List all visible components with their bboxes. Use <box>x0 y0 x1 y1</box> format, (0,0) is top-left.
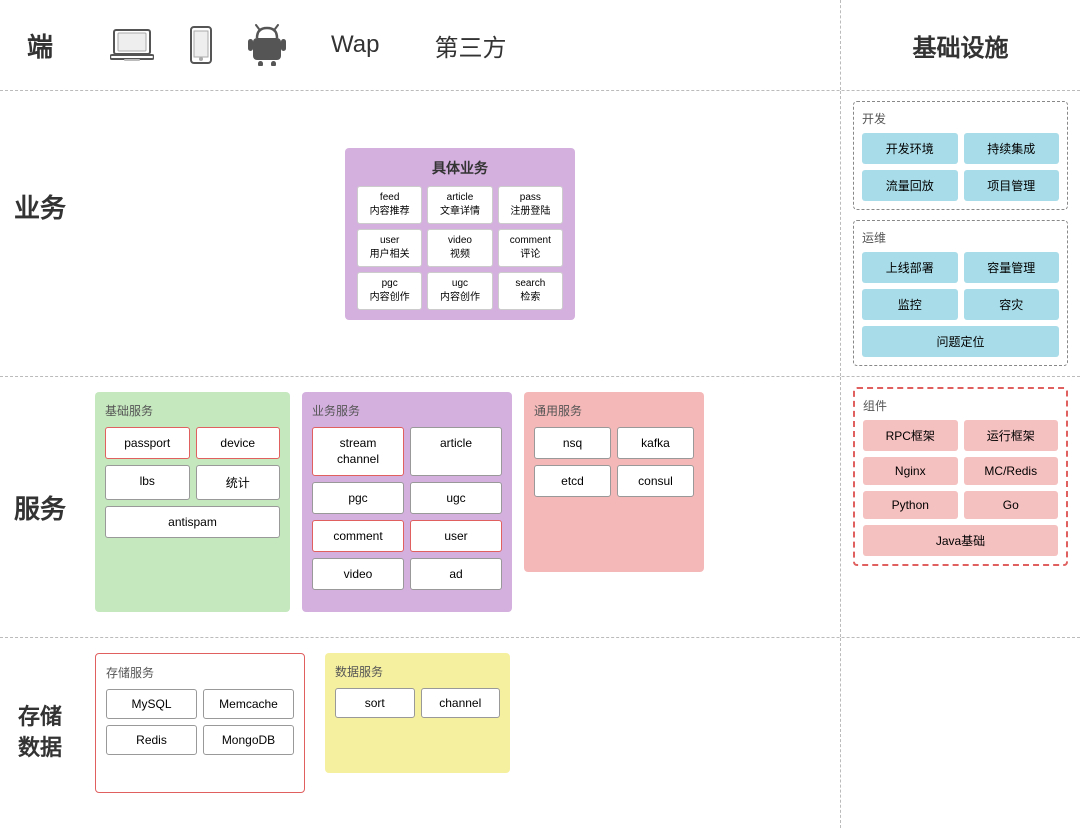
data-channel: channel <box>421 688 501 718</box>
btn-traffic: 流量回放 <box>862 170 958 201</box>
btn-projmgmt: 项目管理 <box>964 170 1060 201</box>
svc-etcd: etcd <box>534 465 611 497</box>
storage-content: 存储服务 MySQL Memcache Redis MongoDB 数据服务 s… <box>80 638 840 828</box>
infra-comp-section: 组件 RPC框架 运行框架 Nginx MC/Redis Python Go J… <box>840 377 1080 637</box>
btn-runtime: 运行框架 <box>964 420 1059 451</box>
biz-comment: comment评论 <box>498 229 563 267</box>
specific-business-box: 具体业务 feed内容推荐 article文章详情 pass注册登陆 user用… <box>345 148 575 320</box>
svc-pgc: pgc <box>312 482 404 514</box>
biz-service-title: 业务服务 <box>312 402 502 419</box>
btn-deploy: 上线部署 <box>862 252 958 283</box>
svc-nsq: nsq <box>534 427 611 459</box>
btn-capacity: 容量管理 <box>964 252 1060 283</box>
svc-ad: ad <box>410 558 502 590</box>
ops-grid: 上线部署 容量管理 监控 容灾 问题定位 <box>862 252 1059 357</box>
comp-label: 组件 <box>863 397 1058 414</box>
btn-dr: 容灾 <box>964 289 1060 320</box>
main-layout: 端 <box>0 0 1080 828</box>
data-sort: sort <box>335 688 415 718</box>
phone-icon <box>189 26 213 64</box>
label-fuwu: 服务 <box>0 377 80 637</box>
ops-group-box: 运维 上线部署 容量管理 监控 容灾 问题定位 <box>853 220 1068 366</box>
data-title: 数据服务 <box>335 663 500 680</box>
comp-grid: RPC框架 运行框架 Nginx MC/Redis Python Go Java… <box>863 420 1058 556</box>
dev-group-box: 开发 开发环境 持续集成 流量回放 项目管理 <box>853 101 1068 210</box>
label-dan: 端 <box>0 0 80 90</box>
common-service-grid: nsq kafka etcd consul <box>534 427 694 497</box>
infra-dev-section: 开发 开发环境 持续集成 流量回放 项目管理 运维 上线部署 容量管理 监控 容… <box>840 91 1080 376</box>
storage-box: 存储服务 MySQL Memcache Redis MongoDB <box>95 653 305 793</box>
service-section: 服务 基础服务 passport device lbs 统计 antispam <box>0 377 1080 638</box>
biz-user: user用户相关 <box>357 229 422 267</box>
btn-ci: 持续集成 <box>964 133 1060 164</box>
svc-article: article <box>410 427 502 476</box>
common-service-title: 通用服务 <box>534 402 694 419</box>
base-service-title: 基础服务 <box>105 402 280 419</box>
biz-pass: pass注册登陆 <box>498 186 563 224</box>
laptop-icon <box>110 28 154 62</box>
btn-java: Java基础 <box>863 525 1058 556</box>
thirdparty-label: 第三方 <box>434 28 506 63</box>
biz-article: article文章详情 <box>427 186 492 224</box>
svc-kafka: kafka <box>617 427 694 459</box>
btn-troubleshoot: 问题定位 <box>862 326 1059 357</box>
btn-rpc: RPC框架 <box>863 420 958 451</box>
btn-python: Python <box>863 491 958 519</box>
business-content: 具体业务 feed内容推荐 article文章详情 pass注册登陆 user用… <box>80 91 840 376</box>
biz-video: video视频 <box>427 229 492 267</box>
infra-title-area: 基础设施 <box>840 0 1080 90</box>
btn-go: Go <box>964 491 1059 519</box>
infra-bottom <box>840 638 1080 828</box>
data-grid: sort channel <box>335 688 500 718</box>
svc-stats: 统计 <box>196 465 281 500</box>
svc-ugc: ugc <box>410 482 502 514</box>
store-mongodb: MongoDB <box>203 725 294 755</box>
store-mysql: MySQL <box>106 689 197 719</box>
svc-antispam: antispam <box>105 506 280 538</box>
svc-passport: passport <box>105 427 190 459</box>
business-section: 业务 具体业务 feed内容推荐 article文章详情 pass注册登陆 us… <box>0 91 1080 377</box>
ops-label: 运维 <box>862 229 1059 246</box>
comp-group-box: 组件 RPC框架 运行框架 Nginx MC/Redis Python Go J… <box>853 387 1068 566</box>
storage-section: 存储数据 存储服务 MySQL Memcache Redis MongoDB 数… <box>0 638 1080 828</box>
store-title: 存储服务 <box>106 664 294 681</box>
common-service-box: 通用服务 nsq kafka etcd consul <box>524 392 704 572</box>
base-service-box: 基础服务 passport device lbs 统计 antispam <box>95 392 290 612</box>
svc-comment: comment <box>312 520 404 552</box>
svc-device: device <box>196 427 281 459</box>
label-yewu: 业务 <box>0 91 80 321</box>
biz-ugc: ugc内容创作 <box>427 272 492 310</box>
store-grid: MySQL Memcache Redis MongoDB <box>106 689 294 755</box>
btn-nginx: Nginx <box>863 457 958 485</box>
biz-service-box: 业务服务 streamchannel article pgc ugc comme… <box>302 392 512 612</box>
specific-biz-title: 具体业务 <box>357 158 563 178</box>
biz-pgc: pgc内容创作 <box>357 272 422 310</box>
btn-devenv: 开发环境 <box>862 133 958 164</box>
svc-stream: streamchannel <box>312 427 404 476</box>
btn-monitor: 监控 <box>862 289 958 320</box>
biz-feed: feed内容推荐 <box>357 186 422 224</box>
svc-consul: consul <box>617 465 694 497</box>
specific-biz-grid: feed内容推荐 article文章详情 pass注册登陆 user用户相关 v… <box>357 186 563 310</box>
store-redis: Redis <box>106 725 197 755</box>
biz-service-grid: streamchannel article pgc ugc comment us… <box>312 427 502 590</box>
svc-lbs: lbs <box>105 465 190 500</box>
wap-label: Wap <box>331 31 379 59</box>
label-storage: 存储数据 <box>0 638 80 828</box>
dev-grid: 开发环境 持续集成 流量回放 项目管理 <box>862 133 1059 201</box>
base-service-grid: passport device lbs 统计 antispam <box>105 427 280 538</box>
top-section: 端 <box>0 0 1080 91</box>
dev-label: 开发 <box>862 110 1059 127</box>
android-icon <box>248 24 286 66</box>
btn-mcredis: MC/Redis <box>964 457 1059 485</box>
infra-title: 基础设施 <box>913 28 1009 63</box>
device-row: Wap 第三方 <box>80 0 840 90</box>
service-content: 基础服务 passport device lbs 统计 antispam 业务服… <box>80 377 840 637</box>
biz-search: search检索 <box>498 272 563 310</box>
store-memcache: Memcache <box>203 689 294 719</box>
svc-user: user <box>410 520 502 552</box>
svc-video: video <box>312 558 404 590</box>
data-box: 数据服务 sort channel <box>325 653 510 773</box>
